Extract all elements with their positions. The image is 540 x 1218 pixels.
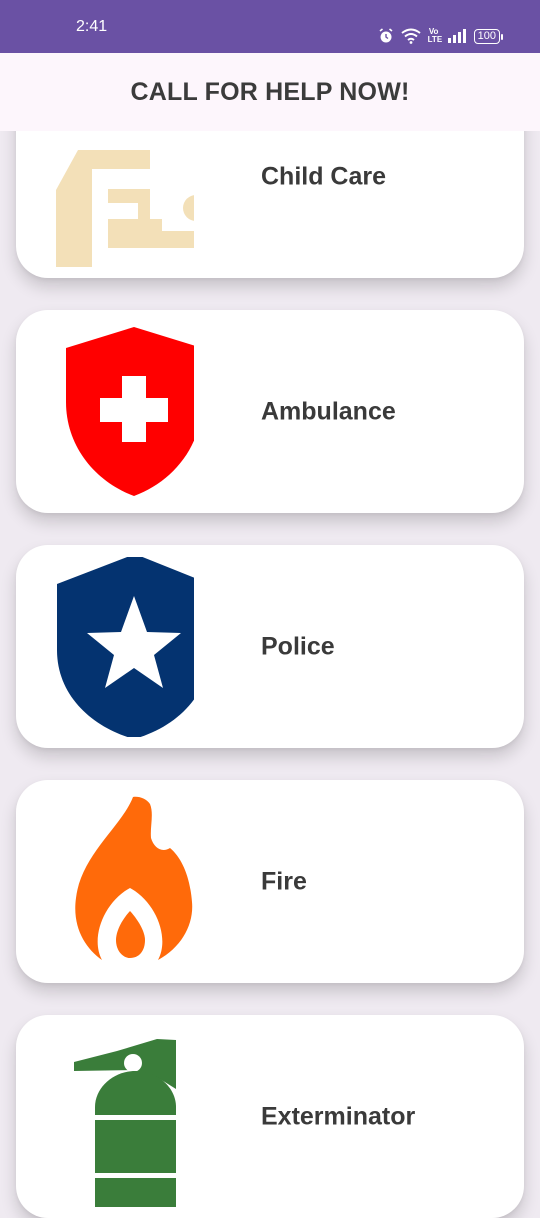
page-title: CALL FOR HELP NOW! [130,77,410,106]
service-card-ambulance[interactable]: Ambulance [16,310,524,513]
signal-icon [447,29,466,43]
police-shield-icon [57,557,194,737]
service-label: Fire [261,867,307,895]
status-icons: Vo LTE 100 [378,26,504,46]
volte-bottom-text: LTE [427,35,443,44]
app-bar: CALL FOR HELP NOW! [0,53,540,131]
service-card-police[interactable]: Police [16,545,524,748]
services-list: Child Care Ambulance Police Fire Extermi… [0,0,540,1218]
medical-shield-icon [66,327,194,496]
volte-icon: Vo LTE [427,28,443,44]
fire-icon [75,796,193,960]
wifi-icon [401,28,421,44]
status-time: 2:41 [76,18,108,35]
battery-icon: 100 [473,28,504,44]
extinguisher-icon [74,1039,177,1207]
service-label: Police [261,632,335,660]
service-label: Child Care [261,162,387,190]
service-label: Ambulance [261,397,396,425]
service-card-exterminator[interactable]: Exterminator [16,1015,524,1218]
alarm-icon [379,28,393,43]
service-card-fire[interactable]: Fire [16,780,524,983]
service-label: Exterminator [261,1102,416,1130]
status-bar: 2:41 Vo LTE 100 [0,0,540,53]
